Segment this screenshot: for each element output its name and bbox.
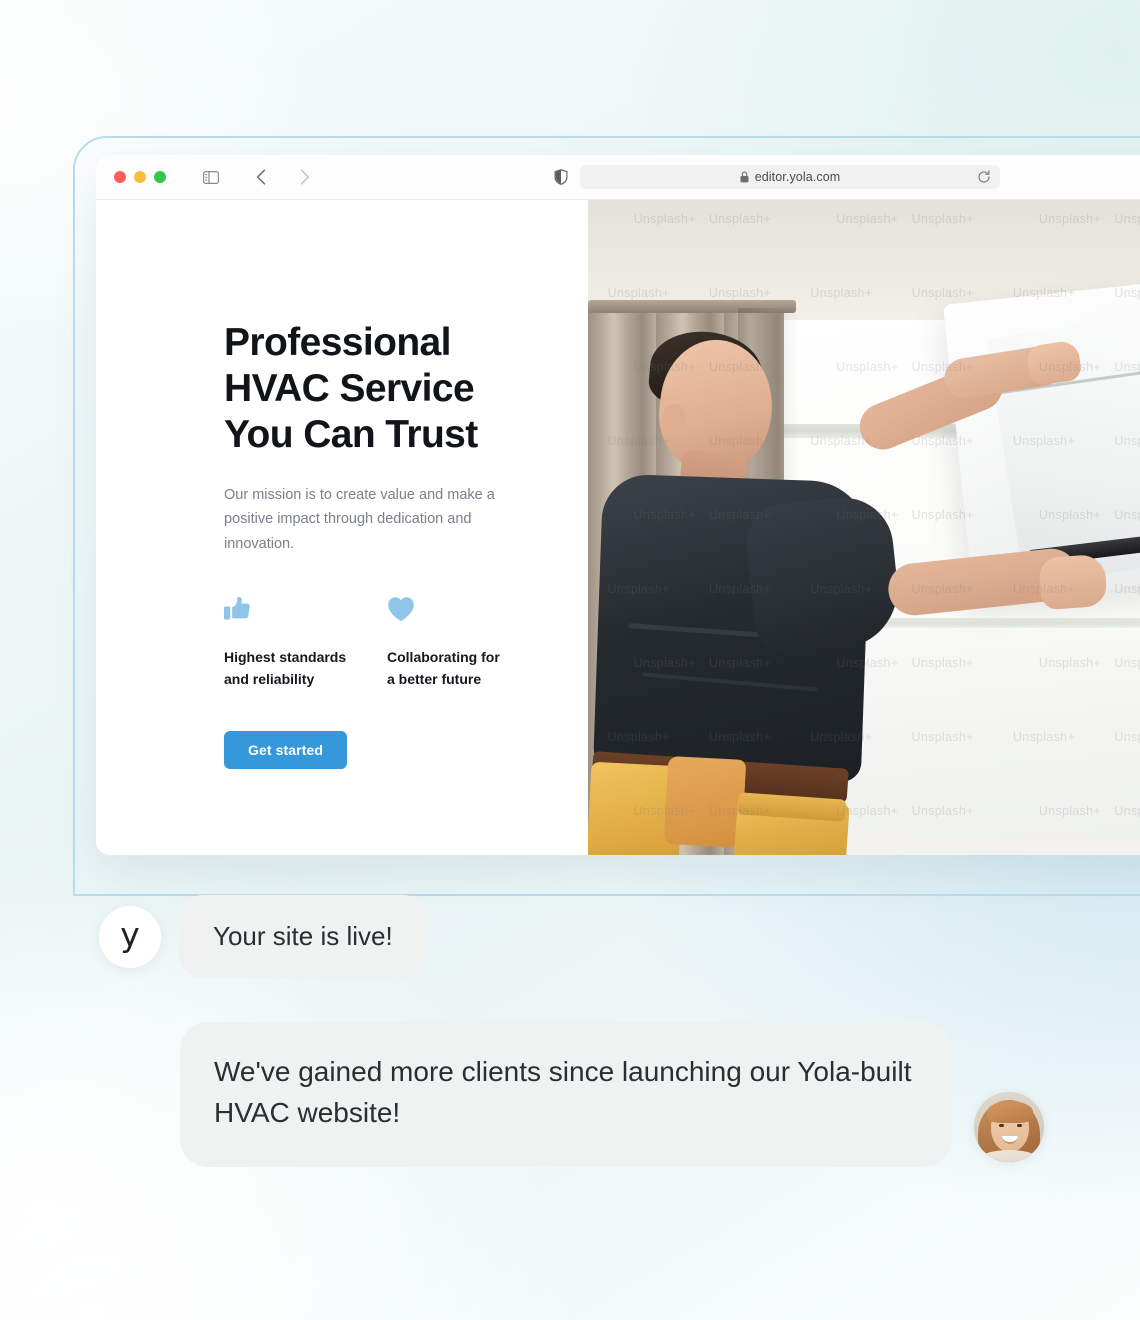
forward-button[interactable]: [290, 163, 320, 191]
window-controls[interactable]: [114, 171, 166, 183]
sidebar-toggle-button[interactable]: [196, 163, 226, 191]
feature-list: Highest standards and reliability Collab…: [224, 596, 588, 690]
hero-photo: Unsplash+ Unsplash+ Unsplash+ Unsplash+ Unsp…: [588, 200, 1140, 855]
photo-ear: [662, 404, 686, 434]
close-window-button[interactable]: [114, 171, 126, 183]
hero-title-line-2: HVAC Service: [224, 367, 475, 411]
yola-logo-letter: y: [120, 914, 140, 954]
lock-icon: [740, 171, 749, 183]
browser-toolbar: editor.yola.com: [96, 155, 1140, 200]
heart-icon-wrap: [387, 596, 550, 628]
chevron-right-icon: [300, 169, 310, 185]
browser-window: editor.yola.com Professional HVAC Servic…: [96, 155, 1140, 855]
get-started-button[interactable]: Get started: [224, 730, 348, 769]
feature-standards-line-1: Highest standards: [224, 649, 347, 666]
reload-icon: [978, 170, 990, 183]
feature-label-collaboration: Collaborating for a better future: [387, 647, 532, 690]
address-bar-area: editor.yola.com: [548, 165, 1000, 189]
chat-section: y Your site is live!: [0, 895, 1140, 979]
feature-item-collaboration: Collaborating for a better future: [387, 596, 550, 690]
yola-avatar: y: [99, 905, 161, 968]
hero-text-column: Professional HVAC Service You Can Trust …: [96, 200, 588, 855]
shield-privacy-icon: [554, 169, 568, 185]
avatar-eye-right: [1017, 1124, 1022, 1127]
photo-lower-hand: [1038, 553, 1108, 611]
heart-icon: [388, 597, 414, 622]
address-bar[interactable]: editor.yola.com: [580, 165, 1000, 189]
feature-standards-line-2: and reliability: [224, 670, 315, 687]
thumbs-up-icon: [224, 597, 250, 620]
navigation-controls: [196, 163, 320, 191]
feature-collaboration-line-2: a better future: [387, 670, 482, 687]
website-preview: Professional HVAC Service You Can Trust …: [96, 200, 1140, 855]
avatar-eye-left: [999, 1124, 1004, 1127]
feature-item-standards: Highest standards and reliability: [224, 596, 387, 690]
address-bar-url: editor.yola.com: [754, 170, 841, 184]
thumbs-up-icon-wrap: [224, 596, 387, 628]
hero-subtitle: Our mission is to create value and make …: [224, 487, 495, 552]
chat-bubble-testimonial: We've gained more clients since launchin…: [180, 1022, 952, 1168]
feature-collaboration-line-1: Collaborating for: [387, 649, 500, 666]
feature-label-standards: Highest standards and reliability: [224, 647, 369, 690]
page-title: Professional HVAC Service You Can Trust: [224, 320, 524, 458]
reload-button[interactable]: [976, 169, 992, 185]
chat-row-system: y Your site is live!: [0, 895, 1140, 979]
chat-bubble-site-live: Your site is live!: [179, 895, 427, 979]
sidebar-toggle-icon: [203, 170, 219, 184]
minimize-window-button[interactable]: [134, 171, 146, 183]
privacy-report-button[interactable]: [548, 165, 574, 189]
chevron-left-icon: [256, 169, 266, 185]
hero-title-line-3: You Can Trust: [224, 413, 478, 457]
address-bar-content: editor.yola.com: [740, 170, 841, 184]
user-avatar: [974, 1092, 1044, 1162]
back-button[interactable]: [246, 163, 276, 191]
avatar-fringe: [987, 1101, 1033, 1123]
zoom-window-button[interactable]: [154, 171, 166, 183]
hero-title-line-1: Professional: [224, 321, 451, 364]
photo-tool-pouch-middle: [663, 756, 747, 848]
